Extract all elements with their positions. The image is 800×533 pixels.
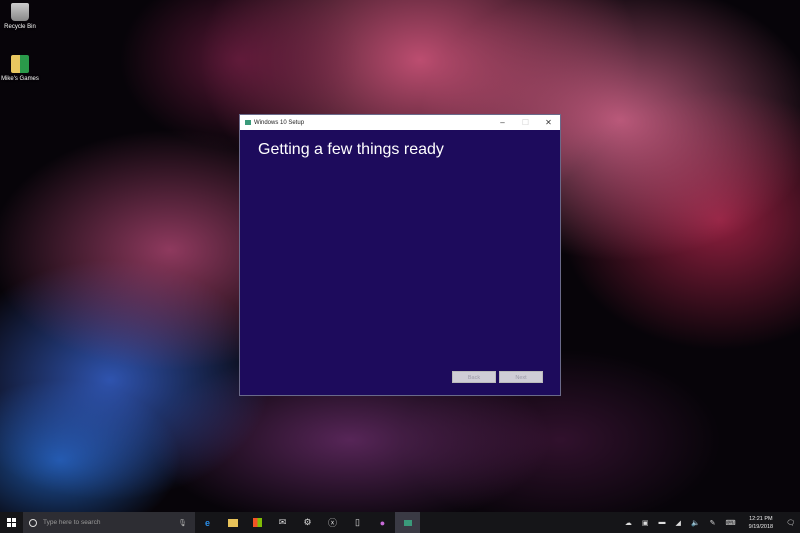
settings-gear-icon[interactable]: ⚙ [295, 512, 320, 533]
maps-pin-icon[interactable]: ● [370, 512, 395, 533]
clock-date: 9/19/2018 [748, 523, 774, 530]
pen-icon[interactable]: ✎ [710, 519, 716, 527]
microphone-icon[interactable]: 🎙 [178, 519, 187, 527]
desktop-icon-label: Recycle Bin [4, 24, 36, 30]
title-bar[interactable]: Windows 10 Setup – ☐ ✕ [240, 115, 560, 130]
windows-logo-icon [7, 518, 16, 527]
minimize-button[interactable]: – [491, 118, 514, 127]
volume-icon[interactable]: 🔈 [691, 519, 700, 527]
xbox-icon[interactable]: ⓧ [320, 512, 345, 533]
taskbar: Type here to search 🎙 e ✉ ⚙ ⓧ ▯ ● ☁ ▣ ▬ … [0, 512, 800, 533]
onedrive-icon[interactable]: ☁ [625, 519, 632, 527]
mail-icon[interactable]: ✉ [270, 512, 295, 533]
cortana-icon [29, 518, 37, 527]
clock[interactable]: 12:21 PM 9/19/2018 [749, 515, 773, 531]
wifi-icon[interactable]: ◢ [676, 519, 681, 527]
system-tray: ☁ ▣ ▬ ◢ 🔈 ✎ ⌨ 12:21 PM 9/19/2018 🗨 [620, 515, 800, 531]
setup-window: Windows 10 Setup – ☐ ✕ Getting a few thi… [239, 114, 561, 396]
search-box[interactable]: Type here to search 🎙 [23, 512, 195, 533]
action-center-icon[interactable]: 🗨 [786, 519, 795, 527]
edge-icon[interactable]: e [195, 512, 220, 533]
window-title: Windows 10 Setup [254, 119, 305, 126]
display-icon[interactable]: ▣ [642, 519, 649, 527]
desktop-icon-recycle-bin[interactable]: Recycle Bin [0, 3, 40, 30]
file-explorer-icon[interactable] [220, 512, 245, 533]
clock-time: 12:21 PM [749, 515, 773, 522]
setup-app-icon [245, 120, 251, 125]
phone-icon[interactable]: ▯ [345, 512, 370, 533]
windows-setup-taskbar-icon[interactable] [395, 512, 420, 533]
keyboard-icon[interactable]: ⌨ [726, 519, 736, 527]
page-heading: Getting a few things ready [258, 141, 444, 158]
battery-icon[interactable]: ▬ [659, 519, 666, 526]
close-button[interactable]: ✕ [537, 118, 560, 127]
back-button[interactable]: Back [452, 371, 496, 383]
maximize-button[interactable]: ☐ [514, 118, 537, 127]
folder-icon [11, 55, 29, 73]
desktop-icon-label: Mike's Games [1, 76, 39, 82]
recycle-bin-icon [11, 3, 29, 21]
next-button[interactable]: Next [499, 371, 543, 383]
start-button[interactable] [0, 512, 23, 533]
desktop-icon-mikes-games[interactable]: Mike's Games [0, 55, 40, 82]
store-icon[interactable] [245, 512, 270, 533]
search-placeholder: Type here to search [43, 519, 101, 526]
